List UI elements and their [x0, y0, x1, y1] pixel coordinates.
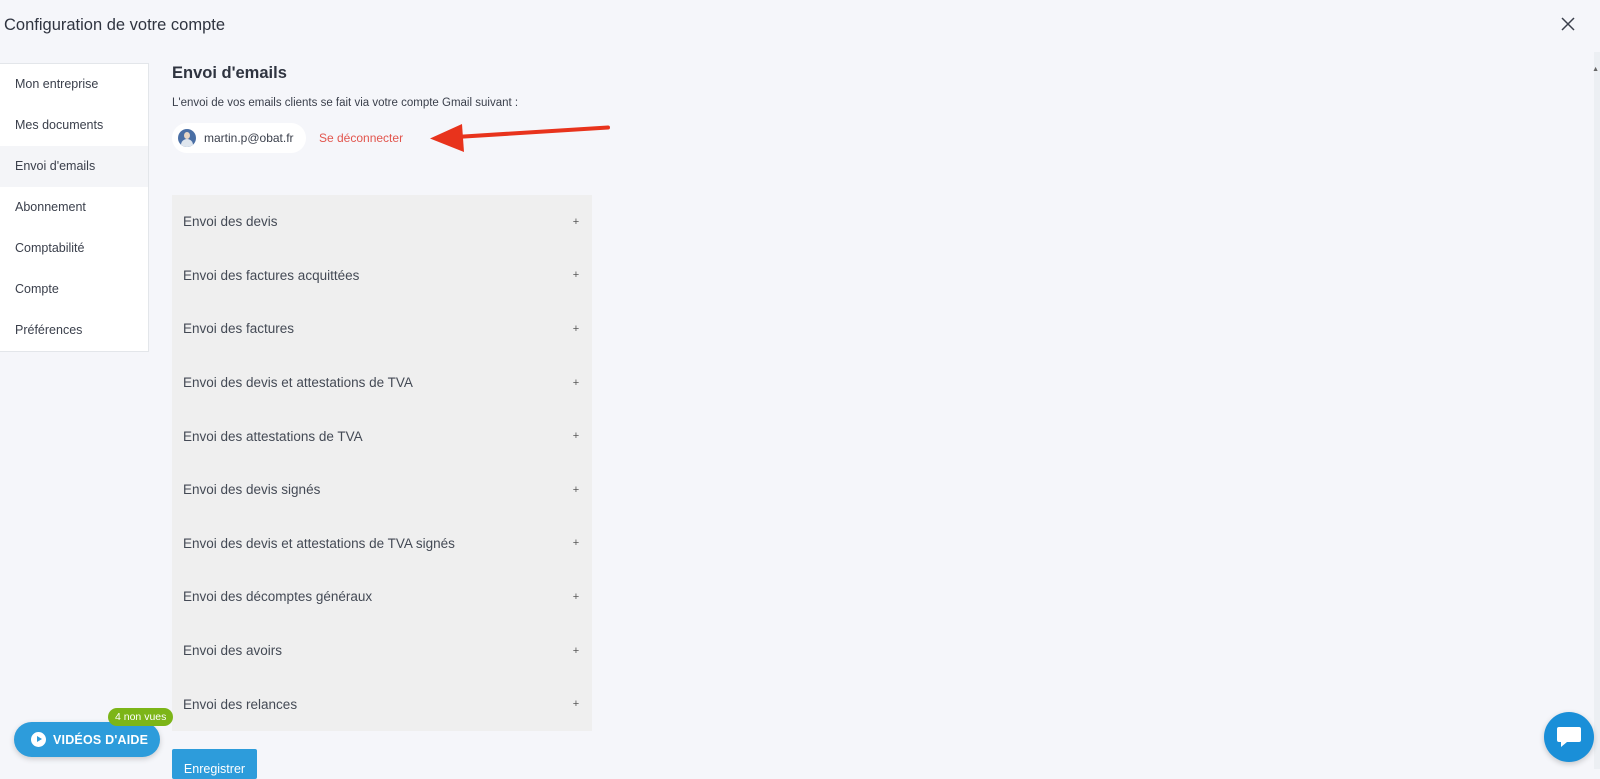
red-arrow-annotation	[430, 124, 610, 152]
plus-icon[interactable]: +	[570, 430, 582, 442]
play-icon	[31, 732, 46, 747]
sidebar-item-compte[interactable]: Compte	[0, 269, 148, 310]
window-title: Configuration de votre compte	[4, 16, 226, 34]
accordion-item-label: Envoi des avoirs	[183, 643, 283, 659]
accordion-item-label: Envoi des devis	[183, 214, 278, 230]
logout-link[interactable]: Se déconnecter	[319, 131, 403, 145]
plus-icon[interactable]: +	[570, 484, 582, 496]
sidebar-item-envoi-emails[interactable]: Envoi d'emails	[0, 146, 148, 187]
accordion-item-devis-attestations-tva-signes[interactable]: Envoi des devis et attestations de TVA s…	[172, 517, 592, 571]
plus-icon[interactable]: +	[570, 645, 582, 657]
account-email: martin.p@obat.fr	[204, 131, 294, 145]
accordion-item-attestations-tva[interactable]: Envoi des attestations de TVA +	[172, 409, 592, 463]
avatar	[178, 129, 196, 147]
sidebar-item-comptabilite[interactable]: Comptabilité	[0, 228, 148, 269]
plus-icon[interactable]: +	[570, 698, 582, 710]
email-templates-accordion: Envoi des devis + Envoi des factures acq…	[172, 195, 592, 731]
plus-icon[interactable]: +	[570, 216, 582, 228]
plus-icon[interactable]: +	[570, 537, 582, 549]
top-bar: Configuration de votre compte	[0, 0, 1600, 52]
accordion-item-label: Envoi des devis et attestations de TVA s…	[183, 535, 455, 551]
plus-icon[interactable]: +	[570, 591, 582, 603]
accordion-item-factures[interactable]: Envoi des factures +	[172, 302, 592, 356]
accordion-item-label: Envoi des factures	[183, 321, 295, 337]
section-description: L'envoi de vos emails clients se fait vi…	[172, 97, 519, 109]
sidebar-item-mon-entreprise[interactable]: Mon entreprise	[0, 64, 148, 105]
scrollbar[interactable]: ▲	[1592, 52, 1600, 769]
settings-sidebar: Mon entreprise Mes documents Envoi d'ema…	[0, 63, 149, 352]
accordion-item-factures-acquittees[interactable]: Envoi des factures acquittées +	[172, 249, 592, 303]
accordion-item-decomptes-generaux[interactable]: Envoi des décomptes généraux +	[172, 570, 592, 624]
accordion-item-relances[interactable]: Envoi des relances +	[172, 677, 592, 731]
save-button[interactable]: Enregistrer	[172, 749, 257, 779]
accordion-item-label: Envoi des devis signés	[183, 482, 321, 498]
accordion-item-devis-attestations-tva[interactable]: Envoi des devis et attestations de TVA +	[172, 356, 592, 410]
page-title: Envoi d'emails	[172, 64, 287, 82]
scroll-up-icon[interactable]: ▲	[1592, 66, 1599, 73]
help-videos-label: VIDÉOS D'AIDE	[53, 732, 149, 747]
sidebar-item-preferences[interactable]: Préférences	[0, 310, 148, 351]
accordion-item-label: Envoi des devis et attestations de TVA	[183, 375, 413, 391]
sidebar-item-abonnement[interactable]: Abonnement	[0, 187, 148, 228]
accordion-item-avoirs[interactable]: Envoi des avoirs +	[172, 624, 592, 678]
sidebar-item-mes-documents[interactable]: Mes documents	[0, 105, 148, 146]
plus-icon[interactable]: +	[570, 269, 582, 281]
chat-support-button[interactable]	[1544, 712, 1594, 762]
plus-icon[interactable]: +	[570, 377, 582, 389]
gmail-account-chip: martin.p@obat.fr	[172, 123, 306, 153]
unseen-count-badge: 4 non vues	[108, 708, 174, 726]
accordion-item-label: Envoi des factures acquittées	[183, 267, 360, 283]
close-icon[interactable]	[1558, 14, 1578, 34]
plus-icon[interactable]: +	[570, 323, 582, 335]
accordion-item-label: Envoi des attestations de TVA	[183, 428, 363, 444]
accordion-item-label: Envoi des décomptes généraux	[183, 589, 373, 605]
chat-bubble-icon	[1557, 727, 1581, 747]
accordion-item-envoi-devis[interactable]: Envoi des devis +	[172, 195, 592, 249]
accordion-item-label: Envoi des relances	[183, 696, 298, 712]
help-videos-button[interactable]: VIDÉOS D'AIDE	[14, 722, 160, 757]
accordion-item-devis-signes[interactable]: Envoi des devis signés +	[172, 463, 592, 517]
